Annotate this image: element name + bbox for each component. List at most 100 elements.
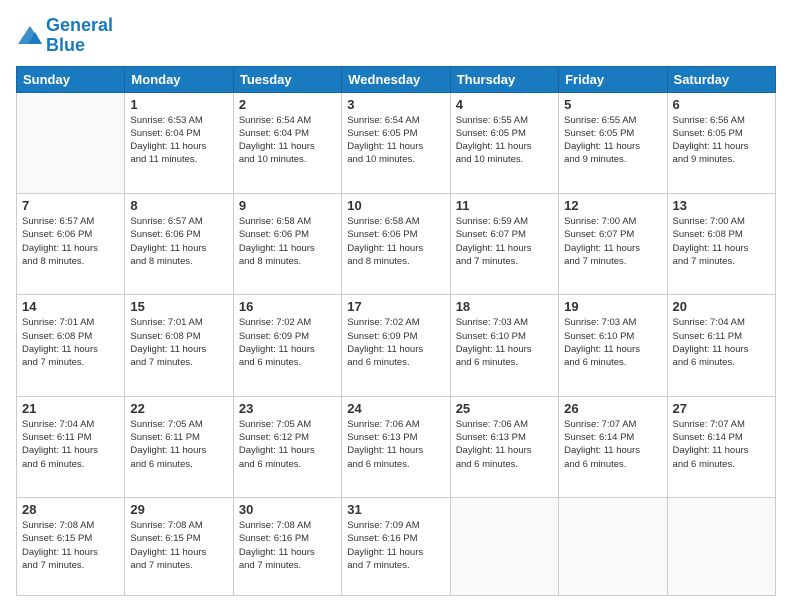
- page: General Blue SundayMondayTuesdayWednesda…: [0, 0, 792, 612]
- day-info: Sunrise: 6:55 AM Sunset: 6:05 PM Dayligh…: [456, 114, 553, 167]
- day-header-sunday: Sunday: [17, 66, 125, 92]
- day-info: Sunrise: 7:09 AM Sunset: 6:16 PM Dayligh…: [347, 519, 444, 572]
- calendar-cell: 23 Sunrise: 7:05 AM Sunset: 6:12 PM Dayli…: [233, 396, 341, 497]
- day-info: Sunrise: 6:54 AM Sunset: 6:05 PM Dayligh…: [347, 114, 444, 167]
- day-number: 12: [564, 198, 661, 213]
- day-number: 22: [130, 401, 227, 416]
- day-info: Sunrise: 7:05 AM Sunset: 6:12 PM Dayligh…: [239, 418, 336, 471]
- calendar-cell: 28 Sunrise: 7:08 AM Sunset: 6:15 PM Dayli…: [17, 498, 125, 596]
- calendar-cell: 30 Sunrise: 7:08 AM Sunset: 6:16 PM Dayli…: [233, 498, 341, 596]
- calendar-cell: 1 Sunrise: 6:53 AM Sunset: 6:04 PM Daylig…: [125, 92, 233, 193]
- calendar-cell: 9 Sunrise: 6:58 AM Sunset: 6:06 PM Daylig…: [233, 193, 341, 294]
- day-info: Sunrise: 7:04 AM Sunset: 6:11 PM Dayligh…: [673, 316, 770, 369]
- day-header-friday: Friday: [559, 66, 667, 92]
- calendar-cell: 4 Sunrise: 6:55 AM Sunset: 6:05 PM Daylig…: [450, 92, 558, 193]
- day-info: Sunrise: 6:56 AM Sunset: 6:05 PM Dayligh…: [673, 114, 770, 167]
- header: General Blue: [16, 16, 776, 56]
- calendar-cell: 16 Sunrise: 7:02 AM Sunset: 6:09 PM Dayli…: [233, 295, 341, 396]
- day-number: 6: [673, 97, 770, 112]
- calendar-cell: 2 Sunrise: 6:54 AM Sunset: 6:04 PM Daylig…: [233, 92, 341, 193]
- day-info: Sunrise: 7:01 AM Sunset: 6:08 PM Dayligh…: [130, 316, 227, 369]
- day-number: 19: [564, 299, 661, 314]
- day-header-tuesday: Tuesday: [233, 66, 341, 92]
- day-info: Sunrise: 7:03 AM Sunset: 6:10 PM Dayligh…: [456, 316, 553, 369]
- day-number: 24: [347, 401, 444, 416]
- calendar-cell: 26 Sunrise: 7:07 AM Sunset: 6:14 PM Dayli…: [559, 396, 667, 497]
- calendar-cell: 14 Sunrise: 7:01 AM Sunset: 6:08 PM Dayli…: [17, 295, 125, 396]
- day-info: Sunrise: 7:00 AM Sunset: 6:08 PM Dayligh…: [673, 215, 770, 268]
- calendar-cell: 18 Sunrise: 7:03 AM Sunset: 6:10 PM Dayli…: [450, 295, 558, 396]
- day-number: 14: [22, 299, 119, 314]
- day-info: Sunrise: 7:07 AM Sunset: 6:14 PM Dayligh…: [673, 418, 770, 471]
- calendar-week-1: 1 Sunrise: 6:53 AM Sunset: 6:04 PM Daylig…: [17, 92, 776, 193]
- calendar-week-5: 28 Sunrise: 7:08 AM Sunset: 6:15 PM Dayli…: [17, 498, 776, 596]
- calendar-cell: 15Sunrise: 7:01 AM Sunset: 6:08 PM Dayli…: [125, 295, 233, 396]
- day-info: Sunrise: 7:07 AM Sunset: 6:14 PM Dayligh…: [564, 418, 661, 471]
- day-number: 3: [347, 97, 444, 112]
- day-number: 9: [239, 198, 336, 213]
- day-info: Sunrise: 7:08 AM Sunset: 6:15 PM Dayligh…: [130, 519, 227, 572]
- calendar-header-row: SundayMondayTuesdayWednesdayThursdayFrid…: [17, 66, 776, 92]
- day-info: Sunrise: 7:05 AM Sunset: 6:11 PM Dayligh…: [130, 418, 227, 471]
- day-number: 16: [239, 299, 336, 314]
- day-info: Sunrise: 7:02 AM Sunset: 6:09 PM Dayligh…: [239, 316, 336, 369]
- day-info: Sunrise: 7:08 AM Sunset: 6:16 PM Dayligh…: [239, 519, 336, 572]
- day-header-wednesday: Wednesday: [342, 66, 450, 92]
- day-number: 26: [564, 401, 661, 416]
- day-info: Sunrise: 7:03 AM Sunset: 6:10 PM Dayligh…: [564, 316, 661, 369]
- calendar-cell: 5 Sunrise: 6:55 AM Sunset: 6:05 PM Daylig…: [559, 92, 667, 193]
- day-number: 23: [239, 401, 336, 416]
- calendar-cell: 20Sunrise: 7:04 AM Sunset: 6:11 PM Dayli…: [667, 295, 775, 396]
- day-number: 18: [456, 299, 553, 314]
- day-number: 13: [673, 198, 770, 213]
- calendar-cell: 3 Sunrise: 6:54 AM Sunset: 6:05 PM Daylig…: [342, 92, 450, 193]
- day-number: 30: [239, 502, 336, 517]
- day-info: Sunrise: 6:59 AM Sunset: 6:07 PM Dayligh…: [456, 215, 553, 268]
- calendar-cell: [450, 498, 558, 596]
- day-info: Sunrise: 7:04 AM Sunset: 6:11 PM Dayligh…: [22, 418, 119, 471]
- calendar-week-3: 14 Sunrise: 7:01 AM Sunset: 6:08 PM Dayli…: [17, 295, 776, 396]
- logo-text: General Blue: [46, 16, 113, 56]
- day-number: 21: [22, 401, 119, 416]
- day-info: Sunrise: 6:58 AM Sunset: 6:06 PM Dayligh…: [239, 215, 336, 268]
- day-info: Sunrise: 6:57 AM Sunset: 6:06 PM Dayligh…: [130, 215, 227, 268]
- day-number: 2: [239, 97, 336, 112]
- calendar-cell: 19 Sunrise: 7:03 AM Sunset: 6:10 PM Dayli…: [559, 295, 667, 396]
- day-number: 27: [673, 401, 770, 416]
- calendar-cell: 12Sunrise: 7:00 AM Sunset: 6:07 PM Dayli…: [559, 193, 667, 294]
- logo: General Blue: [16, 16, 113, 56]
- calendar-cell: 24Sunrise: 7:06 AM Sunset: 6:13 PM Dayli…: [342, 396, 450, 497]
- day-header-saturday: Saturday: [667, 66, 775, 92]
- calendar-cell: 6 Sunrise: 6:56 AM Sunset: 6:05 PM Daylig…: [667, 92, 775, 193]
- day-number: 25: [456, 401, 553, 416]
- calendar-cell: 8Sunrise: 6:57 AM Sunset: 6:06 PM Daylig…: [125, 193, 233, 294]
- calendar-cell: 10Sunrise: 6:58 AM Sunset: 6:06 PM Dayli…: [342, 193, 450, 294]
- day-info: Sunrise: 6:58 AM Sunset: 6:06 PM Dayligh…: [347, 215, 444, 268]
- calendar-cell: 17Sunrise: 7:02 AM Sunset: 6:09 PM Dayli…: [342, 295, 450, 396]
- day-number: 5: [564, 97, 661, 112]
- calendar-cell: 11 Sunrise: 6:59 AM Sunset: 6:07 PM Dayli…: [450, 193, 558, 294]
- calendar: SundayMondayTuesdayWednesdayThursdayFrid…: [16, 66, 776, 596]
- calendar-cell: [559, 498, 667, 596]
- calendar-cell: 27 Sunrise: 7:07 AM Sunset: 6:14 PM Dayli…: [667, 396, 775, 497]
- calendar-cell: 29Sunrise: 7:08 AM Sunset: 6:15 PM Dayli…: [125, 498, 233, 596]
- day-info: Sunrise: 7:01 AM Sunset: 6:08 PM Dayligh…: [22, 316, 119, 369]
- calendar-week-4: 21 Sunrise: 7:04 AM Sunset: 6:11 PM Dayli…: [17, 396, 776, 497]
- day-number: 31: [347, 502, 444, 517]
- logo-icon: [16, 24, 44, 48]
- day-info: Sunrise: 7:08 AM Sunset: 6:15 PM Dayligh…: [22, 519, 119, 572]
- day-number: 7: [22, 198, 119, 213]
- day-info: Sunrise: 6:54 AM Sunset: 6:04 PM Dayligh…: [239, 114, 336, 167]
- day-info: Sunrise: 6:53 AM Sunset: 6:04 PM Dayligh…: [130, 114, 227, 167]
- calendar-cell: [17, 92, 125, 193]
- day-header-thursday: Thursday: [450, 66, 558, 92]
- day-number: 4: [456, 97, 553, 112]
- day-number: 11: [456, 198, 553, 213]
- calendar-week-2: 7 Sunrise: 6:57 AM Sunset: 6:06 PM Daylig…: [17, 193, 776, 294]
- day-number: 1: [130, 97, 227, 112]
- day-info: Sunrise: 6:55 AM Sunset: 6:05 PM Dayligh…: [564, 114, 661, 167]
- day-number: 28: [22, 502, 119, 517]
- day-header-monday: Monday: [125, 66, 233, 92]
- calendar-cell: 25Sunrise: 7:06 AM Sunset: 6:13 PM Dayli…: [450, 396, 558, 497]
- calendar-cell: [667, 498, 775, 596]
